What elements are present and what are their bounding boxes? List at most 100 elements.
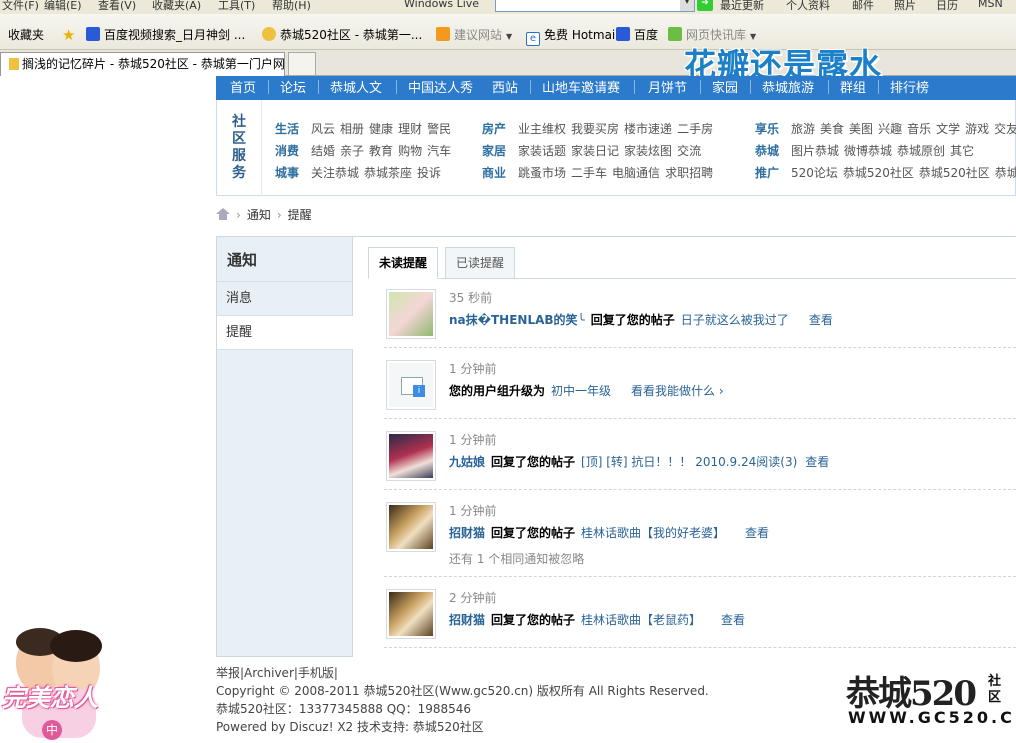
dropdown-arrow-icon[interactable]: ▾ [680, 0, 694, 11]
service-category[interactable]: 享乐 [755, 122, 779, 136]
service-link[interactable]: 警民 [427, 122, 451, 136]
service-link[interactable]: 恭城520社区 [919, 166, 990, 180]
fav-link-baidu[interactable]: 百度 [616, 26, 658, 43]
service-link[interactable]: 结婚 [311, 144, 335, 158]
nav-home[interactable]: 首页 [230, 77, 256, 96]
go-button[interactable]: ➜ [697, 0, 713, 11]
service-link[interactable]: 关注恭城 [311, 166, 359, 180]
menu-recent[interactable]: 最近更新 [720, 0, 764, 13]
menu-calendar[interactable]: 日历 [936, 0, 958, 13]
service-link[interactable]: 楼市速递 [624, 122, 672, 136]
nav-mooncake[interactable]: 月饼节 [648, 77, 687, 96]
service-category[interactable]: 生活 [275, 122, 299, 136]
service-link[interactable]: 家装日记 [571, 144, 619, 158]
service-link[interactable]: 恭城原创 [897, 144, 945, 158]
service-link[interactable]: 购物 [398, 144, 422, 158]
menu-photos[interactable]: 照片 [894, 0, 916, 13]
service-link[interactable]: 亲子 [340, 144, 364, 158]
nav-groups[interactable]: 群组 [840, 77, 866, 96]
avatar[interactable] [386, 289, 436, 339]
home-icon[interactable] [216, 208, 230, 220]
service-link[interactable]: 图片恭城 [791, 144, 839, 158]
add-favorite-icon[interactable]: ★ [62, 26, 75, 44]
nav-talent-show[interactable]: 中国达人秀 [408, 77, 473, 96]
nav-mtb-race[interactable]: 山地车邀请赛 [542, 77, 620, 96]
menu-edit[interactable]: 编辑(E) [44, 0, 82, 13]
service-link[interactable]: 其它 [950, 144, 974, 158]
notice-user-link[interactable]: 九姑娘 [449, 455, 485, 469]
service-link[interactable]: 二手房 [677, 122, 713, 136]
service-link[interactable]: 家装话题 [518, 144, 566, 158]
service-category[interactable]: 房产 [482, 122, 506, 136]
nav-home-space[interactable]: 家园 [712, 77, 738, 96]
tab-unread[interactable]: 未读提醒 [368, 247, 439, 279]
service-link[interactable]: 文学 [936, 122, 960, 136]
view-link[interactable]: 查看 [809, 313, 833, 327]
fav-link-hotmail[interactable]: e 免费 Hotmail [526, 26, 619, 46]
service-link[interactable]: 恭城茶座 [364, 166, 412, 180]
service-link[interactable]: 健康 [369, 122, 393, 136]
service-link[interactable]: 汽车 [427, 144, 451, 158]
browser-tab-active[interactable]: 搁浅的记忆碎片 - 恭城520社区 - 恭城第一门户网站 [0, 52, 285, 76]
view-link[interactable]: 查看 [805, 455, 829, 469]
footer-links[interactable]: 举报|Archiver|手机版| [216, 664, 709, 682]
avatar[interactable] [386, 431, 436, 481]
service-link[interactable]: 兴趣 [878, 122, 902, 136]
service-link[interactable]: 微博恭城 [844, 144, 892, 158]
service-link[interactable]: 恭城520社区 [843, 166, 914, 180]
avatar[interactable] [386, 589, 436, 639]
service-category[interactable]: 恭城 [755, 144, 779, 158]
view-link[interactable]: 查看 [745, 526, 769, 540]
service-link[interactable]: 我要买房 [571, 122, 619, 136]
service-link[interactable]: 交友 [994, 122, 1016, 136]
service-link[interactable]: 交流 [677, 144, 701, 158]
view-link[interactable]: 查看 [721, 613, 745, 627]
notice-user-link[interactable]: 招财猫 [449, 526, 485, 540]
nav-travel[interactable]: 恭城旅游 [762, 77, 814, 96]
fav-link-baidu-video[interactable]: 百度视频搜索_日月神剑 ... [86, 26, 245, 43]
service-link[interactable]: 美图 [849, 122, 873, 136]
service-link[interactable]: 二手车 [571, 166, 607, 180]
user-group-link[interactable]: 初中一年级 [551, 384, 611, 398]
breadcrumb-notice[interactable]: 通知 [247, 208, 271, 222]
service-category[interactable]: 家居 [482, 144, 506, 158]
service-link[interactable]: 相册 [340, 122, 364, 136]
notice-user-link[interactable]: 招财猫 [449, 613, 485, 627]
menu-profile[interactable]: 个人资料 [786, 0, 830, 13]
notice-thread-link[interactable]: 桂林话歌曲【老鼠药】 [581, 613, 701, 627]
service-category[interactable]: 消费 [275, 144, 299, 158]
service-link[interactable]: 求职招聘 [665, 166, 713, 180]
service-link[interactable]: 家装炫图 [624, 144, 672, 158]
tab-read[interactable]: 已读提醒 [445, 247, 516, 279]
service-link[interactable]: 美食 [820, 122, 844, 136]
menu-favorites[interactable]: 收藏夹(A) [152, 0, 201, 13]
sidebar-item-messages[interactable]: 消息 [217, 282, 352, 316]
menu-help[interactable]: 帮助(H) [272, 0, 311, 13]
what-can-i-do-link[interactable]: 看看我能做什么 › [631, 384, 724, 398]
service-link[interactable]: 音乐 [907, 122, 931, 136]
fav-link-suggested-sites[interactable]: 建议网站 ▼ [436, 26, 512, 43]
notice-thread-link[interactable]: 桂林话歌曲【我的好老婆】 [581, 526, 725, 540]
service-link[interactable]: 教育 [369, 144, 393, 158]
notice-user-link[interactable]: na抹�THENLAB的笑╰ [449, 313, 585, 327]
nav-forum[interactable]: 论坛 [280, 77, 306, 96]
nav-culture[interactable]: 恭城人文 [330, 77, 382, 96]
service-link[interactable]: 风云 [311, 122, 335, 136]
service-category[interactable]: 城事 [275, 166, 299, 180]
breadcrumb-reminder[interactable]: 提醒 [288, 208, 312, 222]
service-link[interactable]: 业主维权 [518, 122, 566, 136]
menu-mail[interactable]: 邮件 [852, 0, 874, 13]
new-tab-button[interactable] [288, 52, 316, 76]
service-link[interactable]: 电脑通信 [612, 166, 660, 180]
menu-view[interactable]: 查看(V) [98, 0, 136, 13]
menu-tools[interactable]: 工具(T) [218, 0, 255, 13]
nav-west-station[interactable]: 西站 [492, 77, 518, 96]
avatar[interactable] [386, 502, 436, 552]
fav-link-gc520[interactable]: 恭城520社区 - 恭城第一... [262, 26, 422, 43]
service-link[interactable]: 游戏 [965, 122, 989, 136]
sidebar-item-reminders[interactable]: 提醒 [217, 316, 353, 350]
menu-file[interactable]: 文件(F) [2, 0, 39, 13]
service-link[interactable]: 恭城 [995, 166, 1016, 180]
notice-thread-link[interactable]: [顶] [转] 抗日！！！ 2010.9.24阅读(3) [581, 455, 797, 469]
favorites-button[interactable]: 收藏夹 [8, 26, 44, 43]
